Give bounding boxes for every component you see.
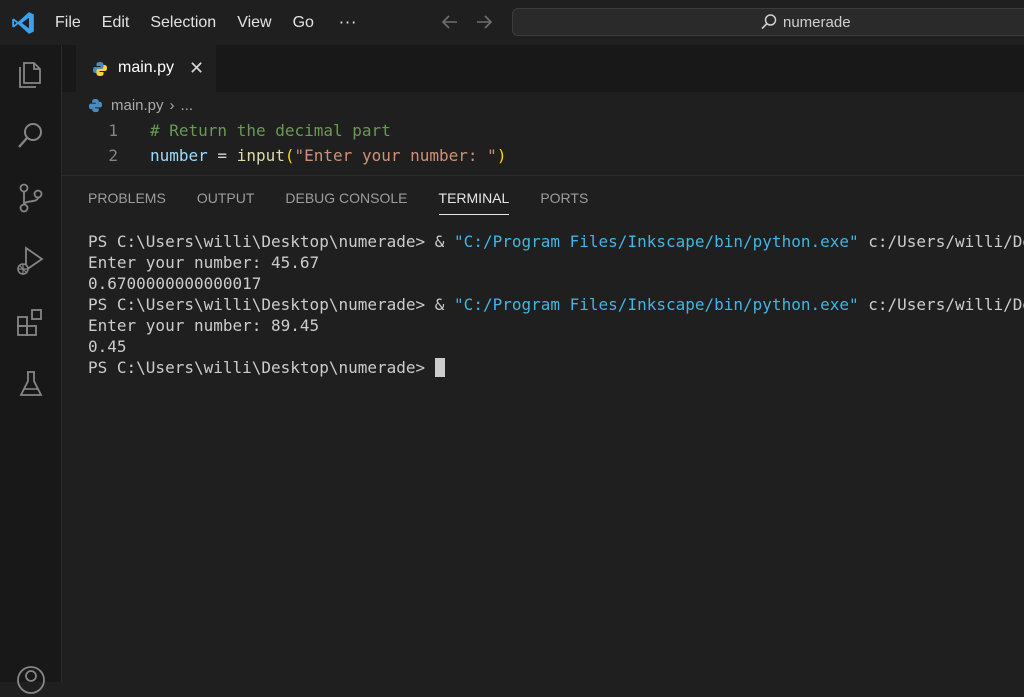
tab-main-py[interactable]: main.py ✕ <box>76 45 216 92</box>
menu-go[interactable]: Go <box>293 14 314 32</box>
breadcrumb-symbols[interactable]: ... <box>181 97 194 114</box>
run-debug-icon[interactable] <box>14 243 48 277</box>
panel-tab-bar: PROBLEMS OUTPUT DEBUG CONSOLE TERMINAL P… <box>88 184 619 216</box>
arrow-left-icon[interactable] <box>440 12 460 32</box>
menu-bar: File Edit Selection View Go ··· <box>55 0 357 45</box>
tab-debug-console[interactable]: DEBUG CONSOLE <box>285 184 407 216</box>
python-file-icon <box>93 62 107 76</box>
code-function: input <box>236 146 285 165</box>
menu-selection[interactable]: Selection <box>150 14 216 32</box>
python-file-icon <box>88 98 103 112</box>
close-icon[interactable]: ✕ <box>189 58 204 79</box>
panel-divider <box>62 175 1024 176</box>
terminal-line: Enter your number: 45.67 <box>88 253 320 272</box>
menu-edit[interactable]: Edit <box>102 14 130 32</box>
tab-problems[interactable]: PROBLEMS <box>88 184 166 216</box>
code-text: # Return the decimal part <box>150 121 391 140</box>
search-text: numerade <box>783 14 851 31</box>
terminal-line: PS C:\Users\willi\Desktop\numerade> & "C… <box>88 294 1024 315</box>
terminal-prompt: PS C:\Users\willi\Desktop\numerade> <box>88 358 435 377</box>
testing-flask-icon[interactable] <box>14 367 48 401</box>
extensions-icon[interactable] <box>14 305 48 339</box>
chevron-right-icon: › <box>169 96 175 114</box>
search-sidebar-icon[interactable] <box>14 119 48 153</box>
breadcrumb: main.py › ... <box>88 94 193 116</box>
tab-label: main.py <box>118 59 175 76</box>
terminal-line: Enter your number: 89.45 <box>88 316 320 335</box>
terminal-text: c:/Users/willi/Desktop/numerade/main.py <box>868 295 1024 314</box>
accounts-icon[interactable] <box>14 663 48 697</box>
terminal-line: 0.6700000000000017 <box>88 274 262 293</box>
line-number: 2 <box>108 146 118 165</box>
source-control-icon[interactable] <box>14 181 48 215</box>
code-paren: ) <box>496 146 507 165</box>
code-operator: = <box>207 146 237 165</box>
tab-terminal[interactable]: TERMINAL <box>438 184 509 216</box>
terminal-line: PS C:\Users\willi\Desktop\numerade> <box>88 357 1024 378</box>
menu-view[interactable]: View <box>237 14 271 32</box>
breadcrumb-file[interactable]: main.py <box>111 97 164 114</box>
terminal-output[interactable]: PS C:\Users\willi\Desktop\numerade> & "C… <box>88 231 1024 378</box>
terminal-line: PS C:\Users\willi\Desktop\numerade> & "C… <box>88 231 1024 252</box>
terminal-prompt: PS C:\Users\willi\Desktop\numerade> & <box>88 295 455 314</box>
vscode-logo-icon[interactable] <box>10 10 36 36</box>
terminal-string: "C:/Program Files/Inkscape/bin/python.ex… <box>454 232 859 251</box>
terminal-string: "C:/Program Files/Inkscape/bin/python.ex… <box>454 295 859 314</box>
command-center-search[interactable]: numerade <box>512 8 1024 36</box>
search-icon <box>761 14 777 30</box>
code-text: number = input("Enter your number: ") <box>150 146 506 165</box>
activity-bar <box>0 45 62 694</box>
terminal-text: c:/Users/willi/Desktop/numerade/main.py <box>868 232 1024 251</box>
arrow-right-icon[interactable] <box>474 12 494 32</box>
code-line: 2 number = input("Enter your number: ") <box>62 146 1024 171</box>
tab-output[interactable]: OUTPUT <box>197 184 255 216</box>
editor-tab-bar: main.py ✕ <box>62 45 1024 92</box>
code-variable: number <box>150 146 208 165</box>
tab-ports[interactable]: PORTS <box>540 184 588 216</box>
terminal-prompt: PS C:\Users\willi\Desktop\numerade> & <box>88 232 455 251</box>
code-editor[interactable]: 1 # Return the decimal part 2 number = i… <box>62 118 1024 174</box>
code-string: "Enter your number: " <box>294 146 497 165</box>
terminal-cursor <box>434 358 445 377</box>
explorer-icon[interactable] <box>14 57 48 91</box>
more-menu-button[interactable]: ··· <box>339 13 357 32</box>
code-comment: # Return the decimal part <box>150 121 391 140</box>
line-number: 1 <box>108 121 118 140</box>
menu-file[interactable]: File <box>55 14 81 32</box>
terminal-line: 0.45 <box>88 337 127 356</box>
title-bar: File Edit Selection View Go ··· numerade <box>0 0 1024 45</box>
code-line: 1 # Return the decimal part <box>62 121 1024 146</box>
code-paren: ( <box>284 146 295 165</box>
